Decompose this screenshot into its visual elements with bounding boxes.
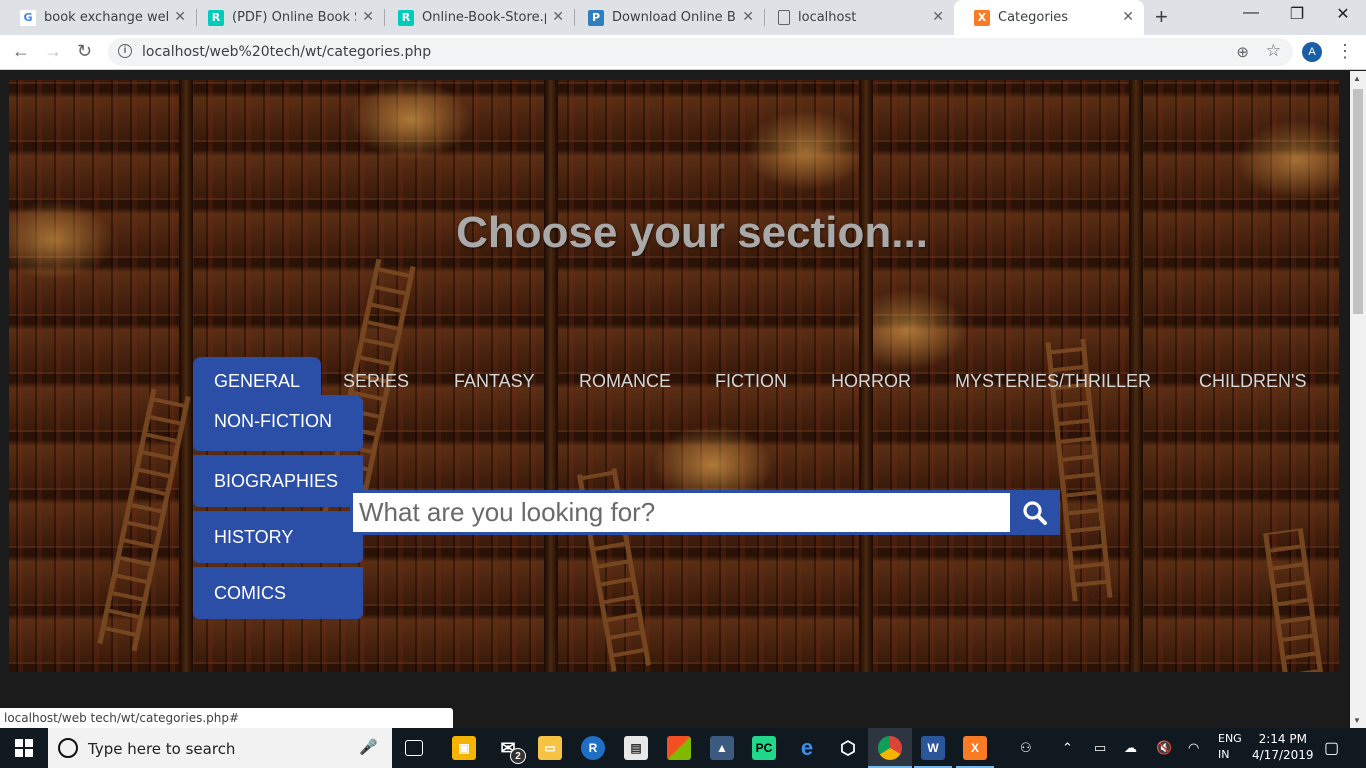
category-fantasy[interactable]: FANTASY [454,357,535,397]
reload-icon[interactable]: ↻ [77,41,92,62]
show-hidden-icons-icon[interactable]: ⌃ [1062,740,1073,756]
people-icon[interactable]: ⚇ [1020,740,1032,756]
dropdown-item-non-fiction[interactable]: NON-FICTION [193,395,363,451]
back-icon[interactable]: ← [12,41,30,62]
microphone-icon[interactable]: 🎤 [359,738,378,756]
search-button[interactable] [1010,490,1060,535]
category-romance[interactable]: ROMANCE [579,357,671,397]
bookmark-star-icon[interactable]: ☆ [1266,41,1281,61]
tab-download-online-book[interactable]: P Download Online Book ✕ [568,0,764,35]
chrome-taskbar-button[interactable] [868,728,912,768]
chrome-icon [878,736,902,760]
mail-badge: 2 [510,748,526,764]
close-icon[interactable]: ✕ [174,9,186,25]
page-scrollbar[interactable]: ▲ ▼ [1350,71,1366,728]
zoom-icon[interactable]: ⊕ [1236,43,1249,61]
forward-icon[interactable]: → [44,41,62,62]
pycharm-icon[interactable]: PC [752,736,776,760]
address-bar[interactable]: i localhost/web%20tech/wt/categories.php… [108,38,1293,66]
search-input[interactable] [353,493,1008,532]
wifi-icon[interactable]: ◠ [1188,740,1199,756]
close-icon[interactable]: ✕ [932,9,944,25]
tab-pdf-online-book-store[interactable]: R (PDF) Online Book Store ✕ [188,0,384,35]
language-code: ENG [1218,732,1242,745]
windows-taskbar: Type here to search 🎤 ▣ ✉ 2 ▭ R ▤ ▲ PC e… [0,728,1366,768]
word-icon[interactable]: W [921,736,945,760]
tab-online-book-store-pdf[interactable]: R Online-Book-Store.pdf ✕ [378,0,574,35]
avatar[interactable]: A [1302,42,1322,62]
3d-viewer-icon[interactable]: ⬡ [836,736,860,760]
scroll-down-icon[interactable]: ▼ [1353,716,1361,725]
language-indicator[interactable]: ENG IN [1218,731,1242,763]
document-app-icon[interactable]: ▤ [624,736,648,760]
edge-icon[interactable]: e [795,735,819,760]
tab-title: Download Online Book [612,10,736,25]
status-bar-url: localhost/web tech/wt/categories.php# [0,708,453,728]
researchgate-icon: R [398,9,414,26]
close-icon[interactable]: ✕ [552,9,564,25]
category-general[interactable]: GENERAL [193,357,322,397]
scroll-up-icon[interactable]: ▲ [1353,74,1361,83]
xampp-icon[interactable]: X [963,736,987,760]
general-dropdown-menu: NON-FICTION BIOGRAPHIES HISTORY COMICS [193,395,363,623]
tab-localhost[interactable]: localhost ✕ [758,0,954,35]
category-mysteries-thriller[interactable]: MYSTERIES/THRILLER [955,357,1151,397]
tab-title: Categories [998,10,1069,25]
clock-time: 2:14 PM [1258,732,1307,746]
action-center-icon[interactable]: ▢ [1324,738,1339,758]
info-icon[interactable]: i [118,44,132,58]
xampp-icon: X [974,9,990,26]
minimize-icon[interactable]: — [1228,4,1274,22]
tab-title: (PDF) Online Book Store [232,10,356,25]
tab-title: book exchange website [44,10,168,25]
file-explorer-icon[interactable]: ▭ [538,736,562,760]
cortana-icon [58,738,78,758]
taskbar-search-placeholder: Type here to search [88,740,236,758]
tab-book-exchange[interactable]: G book exchange website ✕ [0,0,196,35]
start-button[interactable] [0,728,48,768]
close-icon[interactable]: ✕ [1122,9,1134,25]
page-title: Choose your section... [456,208,928,257]
system-clock[interactable]: 2:14 PM 4/17/2019 [1252,731,1314,763]
scrollbar-thumb[interactable] [1353,89,1363,314]
url-text[interactable]: localhost/web%20tech/wt/categories.php [142,44,431,60]
category-horror[interactable]: HORROR [831,357,911,397]
onedrive-icon[interactable]: ☁ [1124,740,1137,756]
page-viewport: Choose your section... GENERAL SERIES FA… [0,71,1350,728]
search-bar [350,490,1060,535]
search-icon [1023,500,1047,525]
tab-title: Online-Book-Store.pdf [422,10,546,25]
task-view-icon[interactable] [405,740,423,756]
new-tab-icon[interactable]: + [1155,4,1168,30]
menu-icon[interactable]: ⋮ [1336,41,1354,62]
r-app-icon[interactable]: R [581,736,605,760]
office-icon[interactable] [667,736,691,760]
close-icon[interactable]: ✕ [362,9,374,25]
page-icon [778,10,790,25]
pyrsin-icon: P [588,9,604,26]
google-icon: G [20,9,36,26]
taskbar-search-box[interactable]: Type here to search 🎤 [48,728,392,768]
tab-title: localhost [798,10,857,25]
window-close-icon[interactable]: ✕ [1320,4,1366,24]
tab-categories[interactable]: X Categories ✕ [954,0,1144,35]
browser-toolbar: ← → ↻ i localhost/web%20tech/wt/categori… [0,35,1366,70]
clock-date: 4/17/2019 [1252,748,1314,762]
store-icon[interactable]: ▣ [452,736,476,760]
maximize-icon[interactable]: ❐ [1274,4,1320,24]
researchgate-icon: R [208,9,224,26]
category-childrens[interactable]: CHILDREN'S [1199,357,1306,397]
category-fiction[interactable]: FICTION [715,357,787,397]
windows-logo-icon [15,739,33,757]
dropdown-item-history[interactable]: HISTORY [193,511,363,563]
battery-icon[interactable]: ▭ [1094,740,1106,756]
dropdown-item-biographies[interactable]: BIOGRAPHIES [193,455,363,507]
dropdown-item-comics[interactable]: COMICS [193,567,363,619]
category-series[interactable]: SERIES [343,357,409,397]
volume-muted-icon[interactable]: 🔇 [1156,740,1172,756]
photos-app-icon[interactable]: ▲ [710,736,734,760]
browser-tab-strip: G book exchange website ✕ R (PDF) Online… [0,0,1366,35]
close-icon[interactable]: ✕ [742,9,754,25]
region-code: IN [1218,748,1230,761]
